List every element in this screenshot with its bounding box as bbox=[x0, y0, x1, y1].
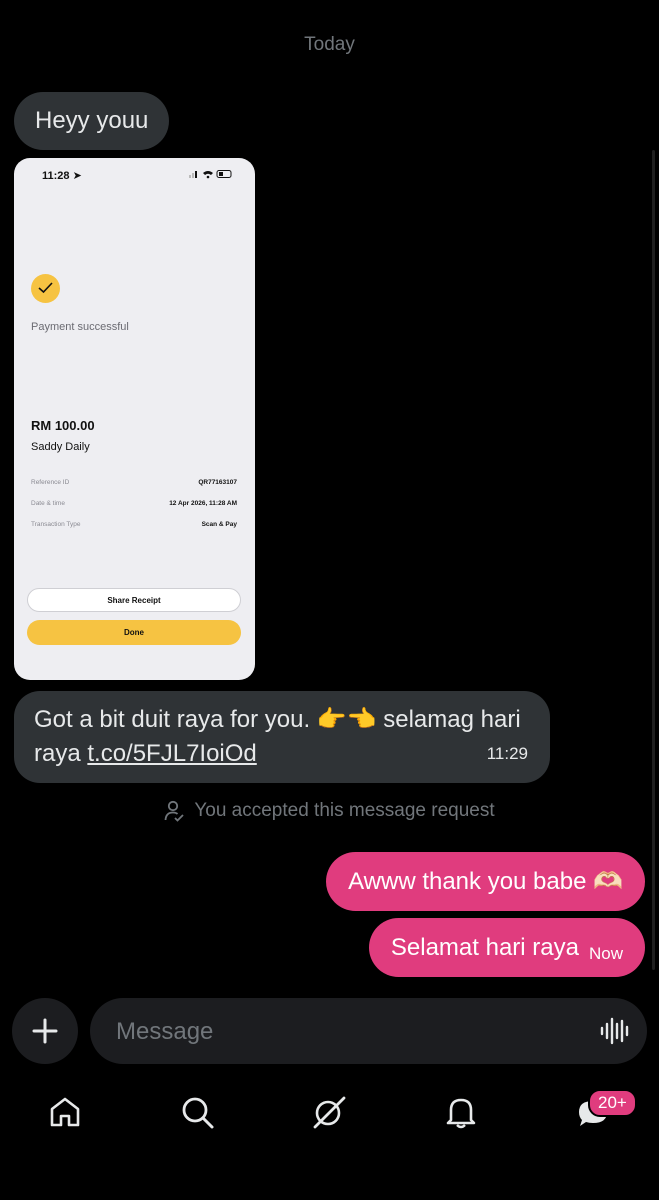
status-bar-time: 11:28 ➤ bbox=[42, 170, 82, 182]
plus-icon bbox=[32, 1018, 58, 1044]
request-accepted-notice: You accepted this message request bbox=[0, 800, 659, 822]
voice-message-icon[interactable] bbox=[599, 1016, 629, 1046]
message-composer bbox=[90, 998, 647, 1066]
share-receipt-button: Share Receipt bbox=[27, 588, 241, 612]
incoming-message-duit-raya[interactable]: Got a bit duit raya for you. 👉👈 selamag … bbox=[14, 691, 550, 783]
message-timestamp: 11:29 bbox=[486, 744, 528, 763]
outgoing-message-selamat[interactable]: Selamat hari raya Now bbox=[368, 918, 645, 977]
message-text: Heyy youu bbox=[35, 107, 149, 134]
receipt-image[interactable]: 11:28 ➤ Payment successful RM 100.00 Sad… bbox=[14, 158, 255, 680]
payment-status: Payment successful bbox=[31, 321, 129, 333]
messages-badge: 20+ bbox=[588, 1089, 637, 1117]
status-bar-icons bbox=[189, 169, 233, 182]
message-text: Selamat hari raya bbox=[390, 933, 579, 961]
bottom-navigation bbox=[0, 1080, 659, 1145]
dm-conversation-screen: Today Heyy youu 11:28 ➤ Payment successf… bbox=[0, 0, 659, 1200]
date-separator: Today bbox=[304, 34, 355, 55]
search-icon[interactable] bbox=[179, 1094, 215, 1130]
add-media-button[interactable] bbox=[12, 998, 78, 1064]
message-link[interactable]: t.co/5FJL7IoiOd bbox=[87, 740, 256, 767]
home-icon[interactable] bbox=[47, 1094, 83, 1130]
scrollbar[interactable] bbox=[652, 150, 655, 970]
message-input[interactable] bbox=[114, 998, 588, 1066]
payment-amount: RM 100.00 bbox=[31, 418, 95, 433]
receipt-row-reference: Reference ID QR77163107 bbox=[31, 479, 237, 486]
receipt-row-type: Transaction Type Scan & Pay bbox=[31, 521, 237, 528]
message-text: Awww thank you babe 🫶🏻 bbox=[348, 868, 623, 895]
notifications-icon[interactable] bbox=[443, 1094, 479, 1130]
grok-icon[interactable] bbox=[311, 1094, 347, 1130]
done-button: Done bbox=[27, 620, 241, 645]
message-timestamp: Now bbox=[588, 943, 623, 963]
person-check-icon bbox=[164, 800, 184, 822]
merchant-name: Saddy Daily bbox=[31, 441, 90, 453]
receipt-row-datetime: Date & time 12 Apr 2026, 11:28 AM bbox=[31, 500, 237, 507]
success-check-icon bbox=[31, 274, 60, 303]
notice-text: You accepted this message request bbox=[194, 800, 495, 821]
outgoing-message-thanks[interactable]: Awww thank you babe 🫶🏻 bbox=[326, 852, 645, 911]
incoming-message-greeting[interactable]: Heyy youu bbox=[14, 92, 170, 150]
